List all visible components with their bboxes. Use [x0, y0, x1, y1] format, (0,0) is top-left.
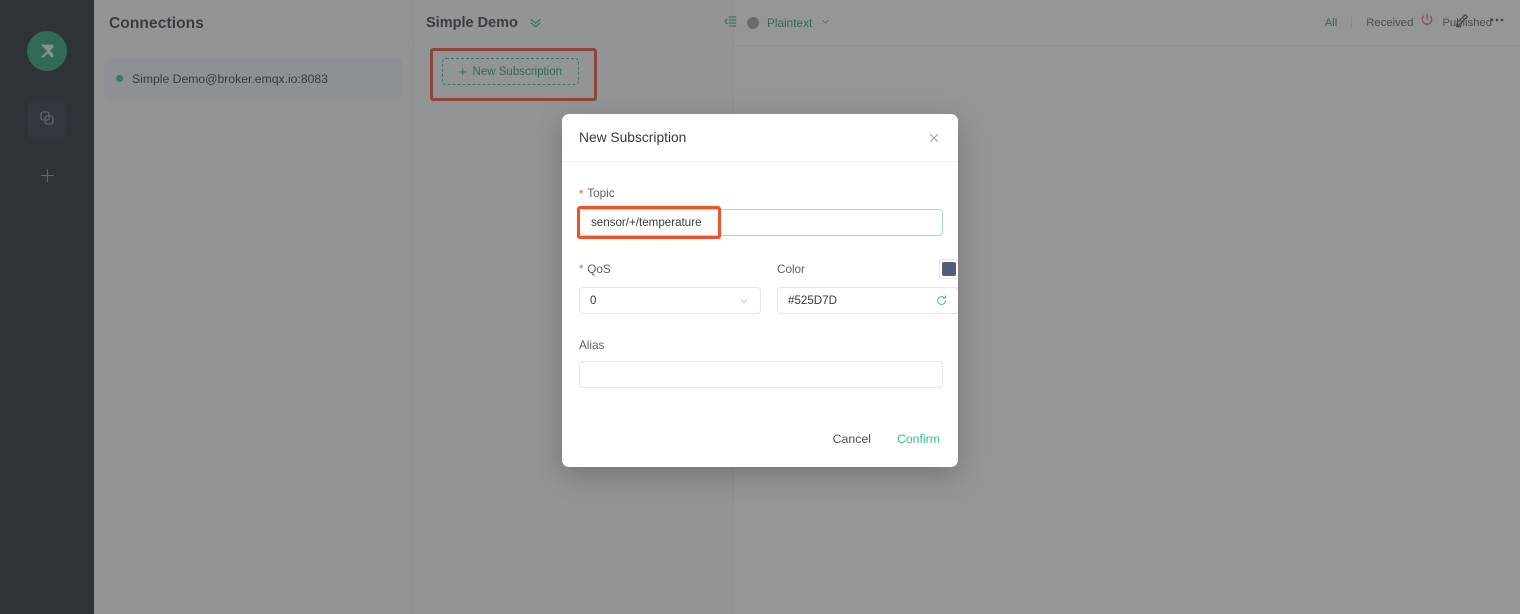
close-icon[interactable] — [927, 131, 941, 145]
topic-input-row — [577, 206, 943, 239]
chevron-down-icon — [738, 295, 750, 307]
required-marker: * — [579, 188, 584, 200]
new-subscription-dialog: New Subscription * Topic * — [562, 114, 958, 467]
topic-label-row: * Topic — [579, 187, 941, 200]
color-input-wrapper[interactable]: #525D7D — [777, 287, 958, 314]
confirm-button[interactable]: Confirm — [897, 432, 940, 446]
alias-label: Alias — [579, 339, 605, 352]
alias-field: Alias — [579, 339, 943, 388]
color-swatch-button[interactable] — [939, 259, 958, 279]
required-marker: * — [579, 262, 584, 275]
qos-value: 0 — [590, 294, 597, 307]
color-swatch — [942, 262, 956, 276]
topic-label: Topic — [587, 187, 615, 200]
dialog-title: New Subscription — [579, 130, 687, 145]
color-field-group: Color #525D7D — [777, 259, 958, 314]
qos-label-row: * QoS — [579, 260, 761, 278]
mqttx-window: Connections Simple Demo@broker.emqx.io:8… — [0, 0, 1520, 614]
alias-label-row: Alias — [579, 339, 941, 352]
alias-input[interactable] — [579, 361, 943, 388]
qos-select[interactable]: 0 — [579, 287, 761, 314]
dialog-header: New Subscription — [562, 114, 958, 162]
qos-field: * QoS 0 — [579, 260, 761, 314]
dialog-body: * Topic * QoS 0 — [562, 162, 958, 388]
color-hex-value: #525D7D — [788, 294, 837, 307]
cancel-button[interactable]: Cancel — [833, 432, 871, 446]
color-label: Color — [777, 262, 805, 276]
topic-input[interactable] — [579, 209, 943, 236]
qos-color-row: * QoS 0 Color #525D7D — [579, 259, 958, 314]
refresh-icon[interactable] — [935, 294, 948, 307]
dialog-footer: Cancel Confirm — [562, 411, 958, 467]
qos-label: QoS — [587, 262, 611, 276]
color-label-row: Color — [777, 259, 958, 279]
